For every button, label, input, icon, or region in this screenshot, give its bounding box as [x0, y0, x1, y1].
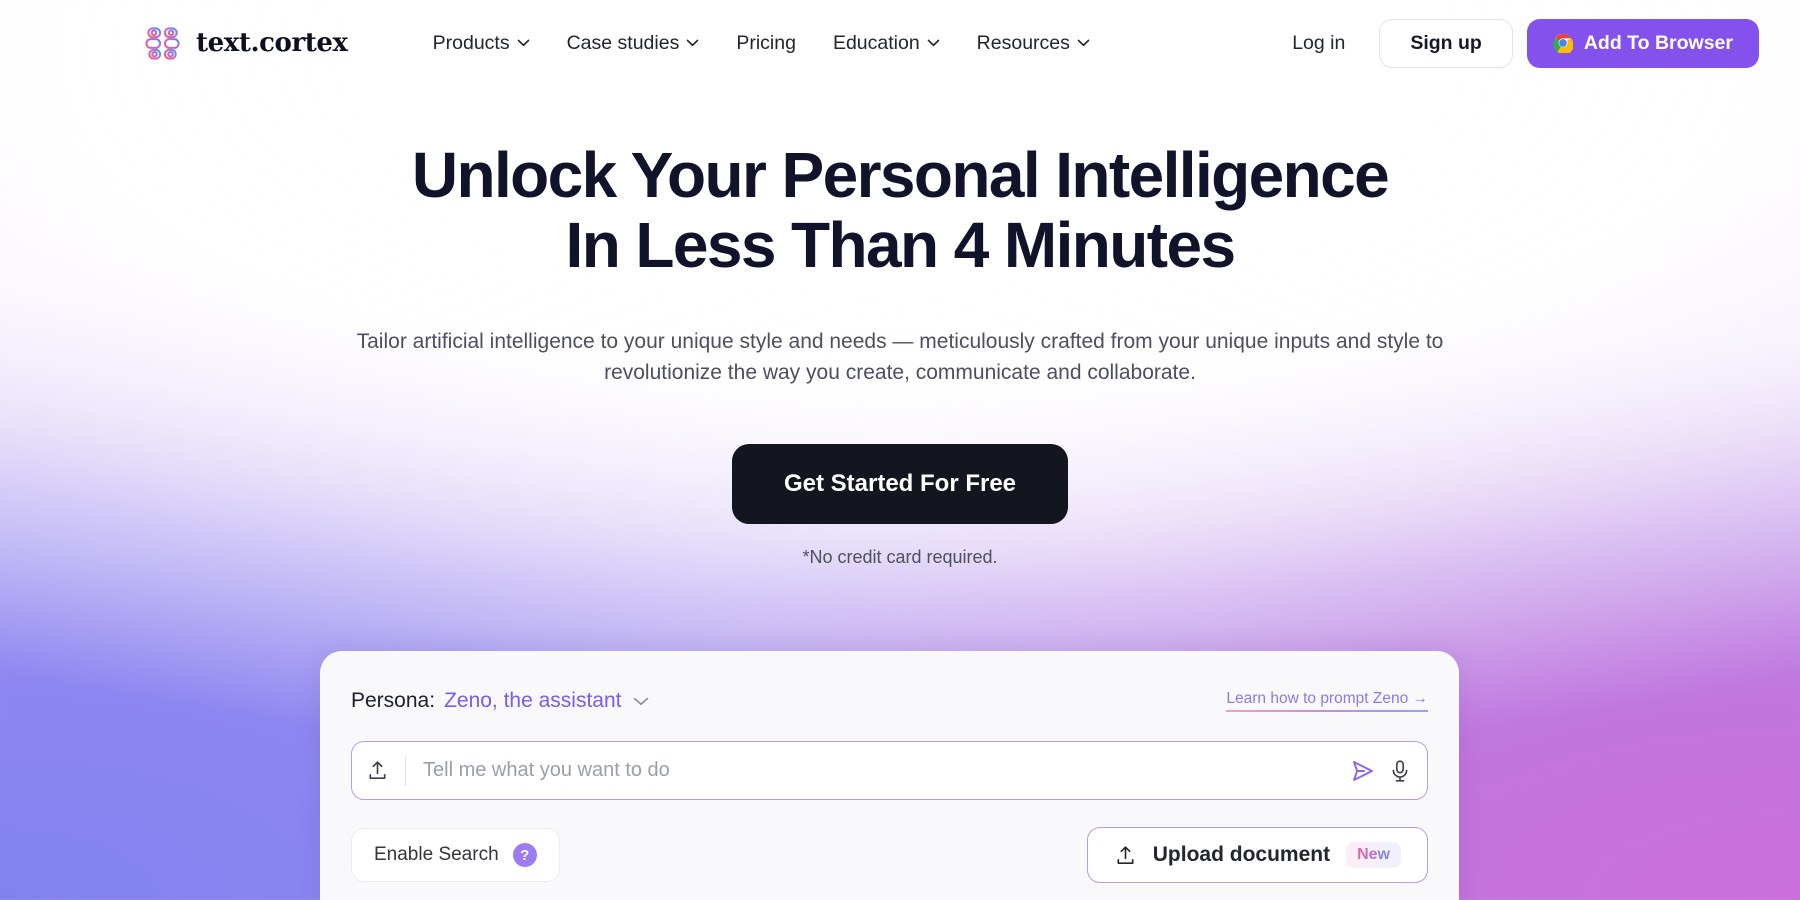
no-credit-card-note: *No credit card required.: [802, 546, 998, 567]
persona-value[interactable]: Zeno, the assistant: [444, 689, 621, 713]
chevron-down-icon: [927, 39, 939, 47]
nav-label: Case studies: [566, 31, 680, 54]
nav-label: Products: [432, 31, 510, 54]
upload-icon[interactable]: [366, 759, 389, 782]
prompt-input[interactable]: [423, 759, 1350, 782]
upload-icon: [1117, 845, 1134, 864]
hero-subheadline: Tailor artificial intelligence to your u…: [356, 329, 1444, 384]
brain-petals-logo-icon: [145, 26, 180, 60]
microphone-icon[interactable]: [1389, 759, 1411, 783]
nav-label: Pricing: [736, 31, 796, 54]
brand-logo[interactable]: text.cortex: [144, 24, 348, 63]
prompt-input-wrapper: [351, 741, 1428, 800]
input-divider: [405, 755, 406, 786]
main-nav: Products Case studies Pricing Education …: [433, 32, 1090, 55]
new-badge: New: [1346, 842, 1401, 868]
send-paper-plane-icon[interactable]: [1350, 758, 1376, 784]
chevron-down-icon[interactable]: [633, 697, 649, 706]
persona-label: Persona:: [351, 689, 436, 712]
prompt-card-buttons: Enable Search ? Upload document New: [351, 827, 1428, 883]
nav-item-products[interactable]: Products: [433, 32, 530, 55]
nav-item-pricing[interactable]: Pricing: [736, 32, 796, 55]
help-badge-icon[interactable]: ?: [512, 843, 537, 867]
enable-search-label: Enable Search: [374, 844, 499, 865]
nav-item-case-studies[interactable]: Case studies: [567, 32, 700, 55]
chevron-down-icon: [687, 39, 699, 47]
site-header: text.cortex Products Case studies Pricin…: [0, 0, 1800, 86]
upload-document-button[interactable]: Upload document New: [1086, 827, 1428, 883]
hero-section: Unlock Your Personal Intelligence In Les…: [0, 140, 1800, 568]
chevron-down-icon: [1077, 39, 1090, 47]
login-link[interactable]: Log in: [1270, 32, 1367, 55]
headline-line-1: Unlock Your Personal Intelligence: [411, 139, 1390, 211]
nav-label: Resources: [976, 31, 1070, 54]
add-to-browser-button[interactable]: Add To Browser: [1526, 18, 1759, 68]
learn-prompt-link[interactable]: Learn how to prompt Zeno →: [1226, 690, 1428, 712]
persona-row: Persona: Zeno, the assistant Learn how t…: [351, 687, 1428, 715]
header-actions: Log in Sign up Add To Browser: [1270, 18, 1759, 68]
nav-item-resources[interactable]: Resources: [977, 32, 1090, 55]
headline-line-2: In Less Than 4 Minutes: [565, 209, 1237, 282]
chevron-down-icon: [517, 39, 529, 47]
enable-search-button[interactable]: Enable Search ?: [351, 828, 560, 882]
nav-label: Education: [832, 31, 920, 54]
new-badge-label: New: [1357, 846, 1390, 863]
signup-button[interactable]: Sign up: [1379, 18, 1513, 68]
prompt-card: Persona: Zeno, the assistant Learn how t…: [320, 651, 1459, 900]
nav-item-education[interactable]: Education: [833, 32, 940, 55]
brand-name: text.cortex: [196, 28, 348, 58]
upload-document-label: Upload document: [1152, 843, 1331, 866]
page-title: Unlock Your Personal Intelligence In Les…: [0, 140, 1800, 281]
chrome-icon: [1553, 33, 1573, 53]
get-started-button[interactable]: Get Started For Free: [731, 443, 1069, 524]
add-to-browser-label: Add To Browser: [1583, 31, 1733, 54]
